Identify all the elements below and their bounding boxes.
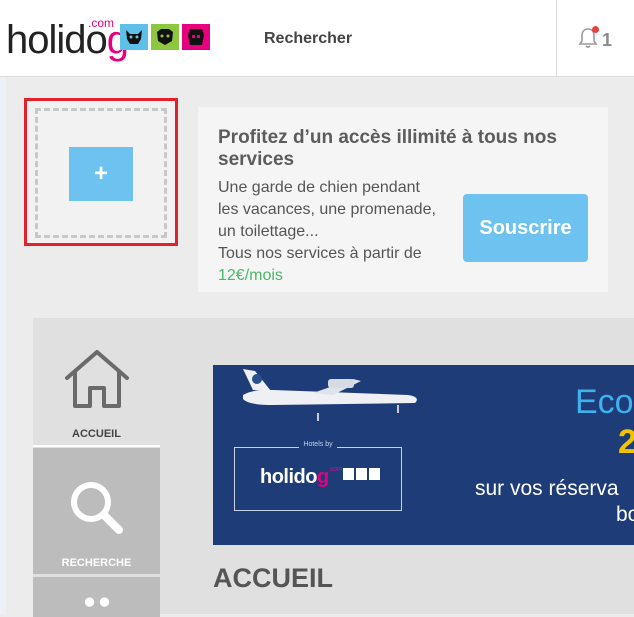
promo-desc-text: Une garde de chien pendant les vacances,… (218, 179, 436, 240)
left-edge-bar (0, 77, 6, 614)
banner-badge-1-icon (343, 468, 354, 480)
dog-badge-blue-icon (120, 24, 148, 50)
notification-count: 1 (602, 30, 613, 50)
banner-subtitle: sur vos réserva (475, 477, 619, 500)
partial-nav-icon (84, 597, 109, 607)
home-icon (64, 350, 129, 408)
promo-price-prefix: Tous nos services à partir de (218, 245, 422, 262)
page-title: ACCUEIL (213, 563, 333, 593)
subscribe-button[interactable]: Souscrire (463, 194, 588, 262)
top-header: holidog .com Rechercher 1 (0, 0, 634, 77)
airplane-icon (243, 369, 417, 421)
promo-title: Profitez d’un accès illimité à tous nos … (218, 127, 557, 170)
subscription-promo: Profitez d’un accès illimité à tous nos … (198, 107, 608, 292)
nav-item-third[interactable] (33, 577, 160, 617)
banner-headline: Eco (575, 383, 634, 421)
add-button[interactable]: + (69, 147, 133, 201)
search-icon (70, 482, 123, 534)
logo-com: .com (88, 16, 115, 30)
add-dropzone[interactable]: + (35, 108, 167, 238)
nav-label-recherche: RECHERCHE (61, 557, 132, 569)
banner-subtitle-2: bo (616, 503, 634, 526)
nav-label-accueil: ACCUEIL (72, 428, 121, 440)
banner-badge-3-icon (369, 468, 380, 480)
banner-logo-badges (343, 468, 380, 480)
promo-banner[interactable]: Eco 2 sur vos réserva bo Hotels by holid… (213, 365, 634, 545)
promo-description: Une garde de chien pendant les vacances,… (218, 177, 443, 287)
notification-dot (592, 26, 599, 33)
nav-item-recherche[interactable]: RECHERCHE (33, 448, 160, 574)
dog-badge-pink-icon (182, 24, 210, 50)
banner-logo-text: holidog.com (260, 466, 342, 488)
search-link[interactable]: Rechercher (264, 30, 352, 48)
banner-caption: Hotels by (299, 441, 337, 448)
nav-item-accueil[interactable]: ACCUEIL (33, 318, 160, 447)
banner-number: 2 (618, 423, 634, 461)
notifications-button[interactable]: 1 (556, 0, 634, 76)
promo-price: 12€/mois (218, 267, 283, 284)
hotels-by-holidog-logo: Hotels by holidog.com (234, 441, 402, 511)
banner-badge-2-icon (356, 468, 367, 480)
dog-badge-green-icon (151, 24, 179, 50)
add-photo-box[interactable]: + (24, 98, 178, 246)
logo-badges (120, 24, 210, 50)
